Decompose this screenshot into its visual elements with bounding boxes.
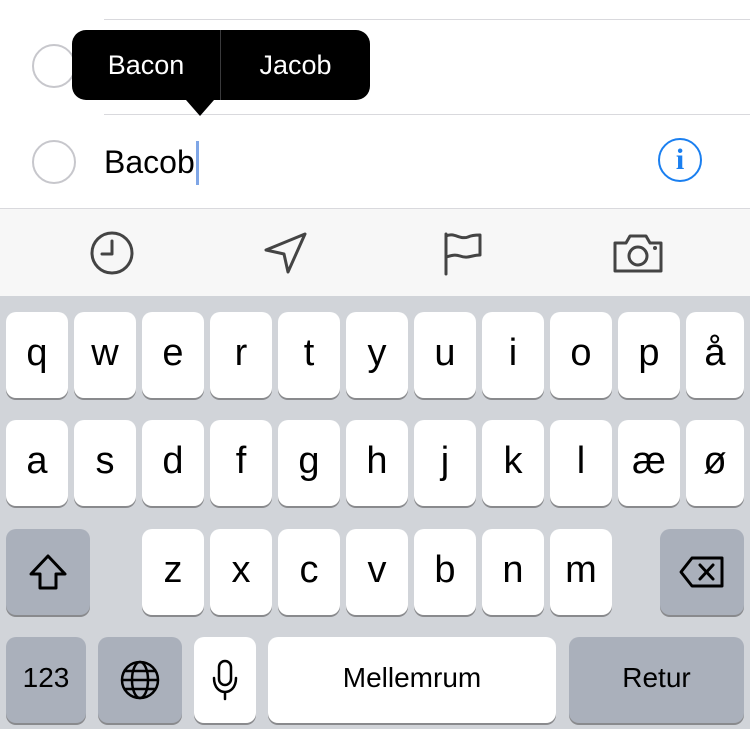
key-e[interactable]: e (142, 312, 204, 398)
microphone-icon (212, 659, 238, 701)
shift-key[interactable] (6, 529, 90, 615)
key-x[interactable]: x (210, 529, 272, 615)
microphone-key[interactable] (194, 637, 256, 723)
key-p[interactable]: p (618, 312, 680, 398)
globe-key[interactable] (98, 637, 182, 723)
key-q[interactable]: q (6, 312, 68, 398)
return-key[interactable]: Retur (569, 637, 744, 723)
key-ae[interactable]: æ (618, 420, 680, 506)
reminder-checkbox[interactable] (32, 140, 76, 184)
key-c[interactable]: c (278, 529, 340, 615)
reminder-list: Bacob i Bacon Jacob (0, 0, 750, 208)
info-icon[interactable]: i (658, 138, 702, 182)
location-arrow-icon[interactable] (262, 229, 310, 277)
key-oe[interactable]: ø (686, 420, 744, 506)
key-t[interactable]: t (278, 312, 340, 398)
space-key[interactable]: Mellemrum (268, 637, 556, 723)
numbers-key[interactable]: 123 (6, 637, 86, 723)
key-u[interactable]: u (414, 312, 476, 398)
reminder-text-value: Bacob (104, 144, 195, 180)
key-s[interactable]: s (74, 420, 136, 506)
backspace-icon (679, 556, 724, 588)
key-k[interactable]: k (482, 420, 544, 506)
key-r[interactable]: r (210, 312, 272, 398)
reminder-text-field[interactable]: Bacob (104, 140, 199, 187)
key-v[interactable]: v (346, 529, 408, 615)
key-n[interactable]: n (482, 529, 544, 615)
key-l[interactable]: l (550, 420, 612, 506)
flag-icon[interactable] (438, 229, 486, 277)
popup-pointer (186, 100, 214, 116)
key-w[interactable]: w (74, 312, 136, 398)
key-g[interactable]: g (278, 420, 340, 506)
key-j[interactable]: j (414, 420, 476, 506)
autocorrect-popup: Bacon Jacob (72, 30, 370, 100)
key-z[interactable]: z (142, 529, 204, 615)
key-y[interactable]: y (346, 312, 408, 398)
key-m[interactable]: m (550, 529, 612, 615)
key-h[interactable]: h (346, 420, 408, 506)
key-f[interactable]: f (210, 420, 272, 506)
row-separator (104, 19, 750, 20)
globe-icon (120, 660, 160, 700)
key-i[interactable]: i (482, 312, 544, 398)
suggestion-bacon[interactable]: Bacon (72, 30, 220, 100)
keyboard: q w e r t y u i o p å a s d f g h j k l … (0, 296, 750, 729)
key-o[interactable]: o (550, 312, 612, 398)
clock-icon[interactable] (88, 229, 136, 277)
key-a[interactable]: a (6, 420, 68, 506)
reminder-toolbar (0, 208, 750, 296)
camera-icon[interactable] (611, 229, 665, 277)
shift-icon (29, 554, 67, 590)
suggestion-jacob[interactable]: Jacob (221, 30, 370, 100)
key-d[interactable]: d (142, 420, 204, 506)
text-caret (195, 140, 199, 185)
reminder-checkbox[interactable] (32, 44, 76, 88)
key-aa[interactable]: å (686, 312, 744, 398)
delete-key[interactable] (660, 529, 744, 615)
key-b[interactable]: b (414, 529, 476, 615)
